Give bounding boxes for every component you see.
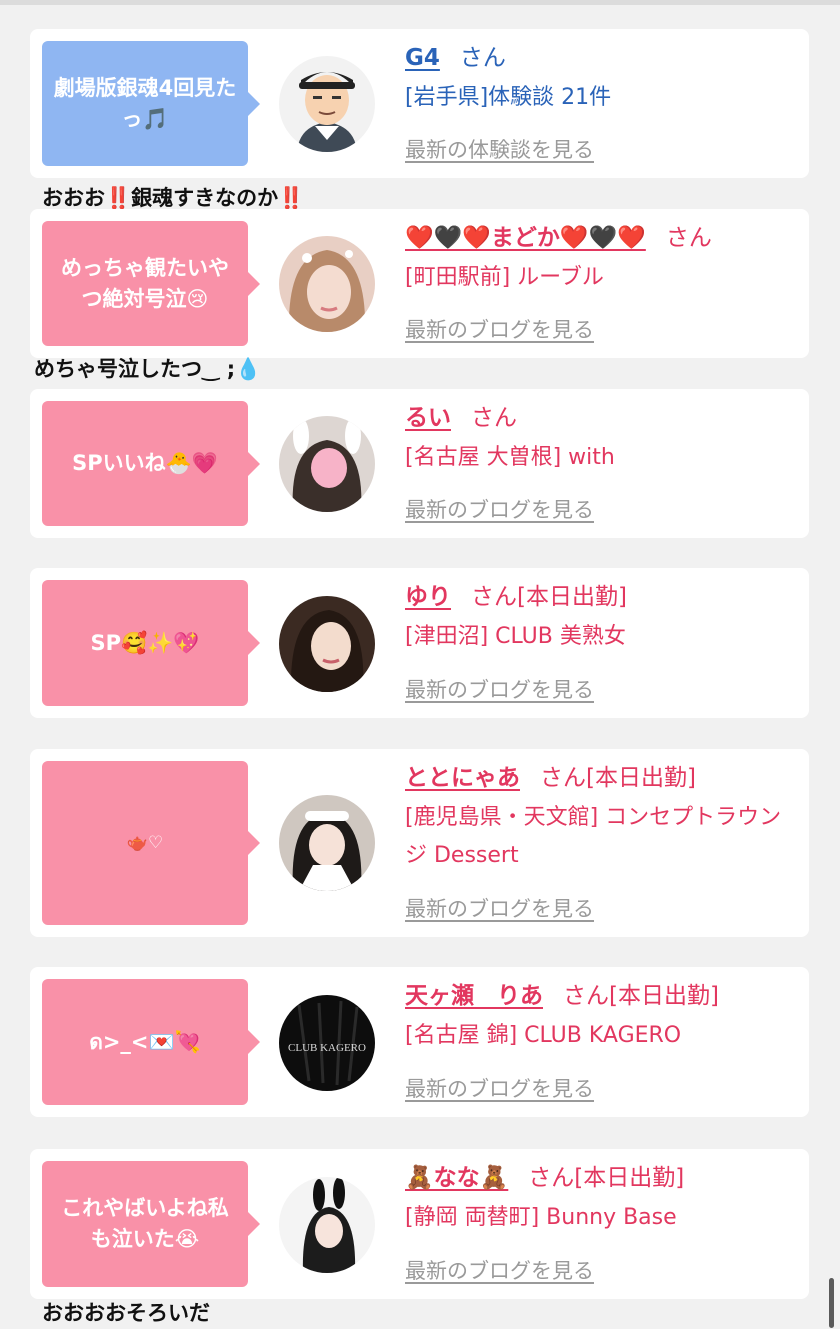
profile-name-link[interactable]: 🧸なな🧸 — [405, 1165, 508, 1191]
post-card: 劇場版銀魂4回見たっ🎵 G4 さん [岩手県]体験談 21件 最新の体験談を見る — [30, 29, 809, 178]
name-line: るい さん — [405, 401, 800, 435]
photo-avatar-icon — [279, 795, 375, 891]
profile-info: るい さん [名古屋 大曽根] with — [405, 401, 800, 477]
post-card: 🫖♡ ととにゃあ さん[本日出勤] [鹿児島県・天文館] コンセプトラウンジ De… — [30, 749, 809, 937]
profile-info: ❤️🖤❤️まどか❤️🖤❤️ さん [町田駅前] ルーブル — [405, 221, 800, 297]
name-suffix: さん — [471, 405, 517, 431]
name-suffix: さん[本日出勤] — [471, 584, 627, 610]
name-suffix: さん[本日出勤] — [540, 765, 696, 791]
location-text: [静岡 両替町] Bunny Base — [405, 1205, 677, 1230]
name-line: G4 さん — [405, 41, 800, 75]
avatar[interactable]: CLUB KAGERO — [279, 995, 375, 1091]
latest-link[interactable]: 最新のブログを見る — [405, 893, 594, 923]
location-text: [名古屋 錦] CLUB KAGERO — [405, 1023, 682, 1048]
location-text: [津田沼] CLUB 美熟女 — [405, 624, 626, 649]
latest-link[interactable]: 最新のブログを見る — [405, 1255, 594, 1285]
message-bubble: 劇場版銀魂4回見たっ🎵 — [42, 41, 260, 166]
location-text: [町田駅前] ルーブル — [405, 265, 604, 290]
name-suffix: さん[本日出勤] — [563, 983, 719, 1009]
latest-link[interactable]: 最新のブログを見る — [405, 1073, 594, 1103]
message-bubble: SPいいね🐣💗 — [42, 401, 260, 526]
profile-name-link[interactable]: G4 — [405, 45, 440, 71]
name-line: ととにゃあ さん[本日出勤] — [405, 761, 800, 795]
message-text: これやばいよね私も泣いた😭 — [61, 1196, 229, 1251]
profile-info: G4 さん [岩手県]体験談 21件 — [405, 41, 800, 117]
reply-comment: おおお‼️銀魂すきなのか‼️ — [42, 186, 305, 210]
avatar[interactable] — [279, 416, 375, 512]
avatar[interactable] — [279, 1177, 375, 1273]
latest-link[interactable]: 最新のブログを見る — [405, 494, 594, 524]
photo-avatar-icon — [279, 416, 375, 512]
post-card: これやばいよね私も泣いた😭 🧸なな🧸 さん[本日出勤] [静岡 両替町] Bunn… — [30, 1149, 809, 1299]
profile-name-link[interactable]: ゆり — [405, 584, 451, 610]
message-bubble: SP🥰✨💖 — [42, 580, 260, 706]
profile-info: ゆり さん[本日出勤] [津田沼] CLUB 美熟女 — [405, 580, 800, 656]
top-divider — [0, 0, 840, 5]
latest-link[interactable]: 最新のブログを見る — [405, 674, 594, 704]
reply-comment: おおおおそろいだ — [42, 1301, 210, 1325]
latest-link[interactable]: 最新の体験談を見る — [405, 134, 594, 164]
club-logo-text: CLUB KAGERO — [288, 1042, 366, 1054]
scrollbar[interactable] — [829, 1278, 834, 1328]
message-bubble: ด>_<💌💘 — [42, 979, 260, 1105]
profile-name-link[interactable]: るい — [405, 405, 451, 431]
message-text: 🫖♡ — [126, 832, 164, 853]
name-suffix: さん[本日出勤] — [528, 1165, 685, 1191]
profile-name-link[interactable]: 天ヶ瀬 りあ — [405, 983, 543, 1009]
club-logo-icon: CLUB KAGERO — [279, 995, 375, 1091]
name-suffix: さん — [459, 45, 506, 71]
name-line: 天ヶ瀬 りあ さん[本日出勤] — [405, 979, 800, 1013]
photo-avatar-icon — [279, 596, 375, 692]
profile-info: ととにゃあ さん[本日出勤] [鹿児島県・天文館] コンセプトラウンジ Desse… — [405, 761, 800, 875]
location-text: [鹿児島県・天文館] コンセプトラウンジ Dessert — [405, 805, 782, 868]
name-line: 🧸なな🧸 さん[本日出勤] — [405, 1161, 800, 1195]
photo-avatar-icon — [279, 236, 375, 332]
name-line: ❤️🖤❤️まどか❤️🖤❤️ さん — [405, 221, 800, 255]
avatar[interactable] — [279, 596, 375, 692]
message-bubble: めっちゃ観たいやつ絶対号泣😢 — [42, 221, 260, 346]
profile-info: 🧸なな🧸 さん[本日出勤] [静岡 両替町] Bunny Base — [405, 1161, 800, 1237]
cartoon-avatar-icon — [279, 56, 375, 152]
message-text: ด>_<💌💘 — [89, 1029, 201, 1054]
profile-name-link[interactable]: ❤️🖤❤️まどか❤️🖤❤️ — [405, 225, 646, 251]
message-bubble: 🫖♡ — [42, 761, 260, 925]
message-text: SPいいね🐣💗 — [72, 451, 218, 475]
photo-avatar-icon — [279, 1177, 375, 1273]
reply-comment: めちゃ号泣したつ‿ ;💧 — [34, 357, 262, 381]
latest-link[interactable]: 最新のブログを見る — [405, 314, 594, 344]
post-card: めっちゃ観たいやつ絶対号泣😢 ❤️🖤❤️まどか❤️🖤❤️ さん [町田駅前] ルー… — [30, 209, 809, 358]
name-suffix: さん — [665, 225, 712, 251]
message-text: めっちゃ観たいやつ絶対号泣😢 — [61, 255, 229, 311]
message-text: SP🥰✨💖 — [90, 630, 200, 655]
location-text: [岩手県]体験談 21件 — [405, 85, 612, 110]
avatar[interactable] — [279, 56, 375, 152]
message-bubble: これやばいよね私も泣いた😭 — [42, 1161, 260, 1287]
post-card: SPいいね🐣💗 るい さん [名古屋 大曽根] with 最新のブログを見る — [30, 389, 809, 538]
name-line: ゆり さん[本日出勤] — [405, 580, 800, 614]
post-card: ด>_<💌💘 CLUB KAGERO 天ヶ瀬 りあ さん[本日出勤] [名古屋 錦… — [30, 967, 809, 1117]
avatar[interactable] — [279, 236, 375, 332]
profile-name-link[interactable]: ととにゃあ — [405, 765, 520, 791]
post-card: SP🥰✨💖 ゆり さん[本日出勤] [津田沼] CLUB 美熟女 最新のブログを見… — [30, 568, 809, 718]
profile-info: 天ヶ瀬 りあ さん[本日出勤] [名古屋 錦] CLUB KAGERO — [405, 979, 800, 1055]
location-text: [名古屋 大曽根] with — [405, 445, 615, 470]
message-text: 劇場版銀魂4回見たっ🎵 — [53, 75, 237, 131]
avatar[interactable] — [279, 795, 375, 891]
